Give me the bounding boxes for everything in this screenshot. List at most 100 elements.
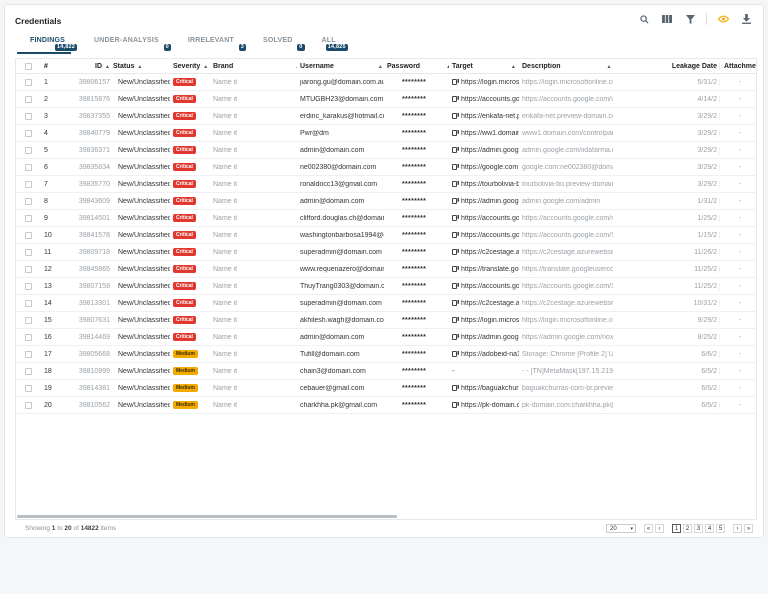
copy-icon[interactable] (452, 265, 457, 272)
table-row[interactable]: 5 39836371 New/Unclassified Critical Name it… (16, 142, 756, 159)
tab-findings[interactable]: FINDINGS 14,822 (17, 35, 78, 54)
row-checkbox-cell[interactable] (16, 129, 36, 137)
row-checkbox[interactable] (25, 214, 32, 222)
tab-under-analysis[interactable]: UNDER-ANALYSIS 0 (81, 35, 171, 54)
cell-target[interactable]: https://pk-domain.co (449, 401, 519, 409)
row-checkbox[interactable] (25, 231, 32, 239)
page-3-button[interactable]: 3 (694, 523, 703, 533)
row-checkbox-cell[interactable] (16, 401, 36, 409)
cell-target[interactable]: https://login.microso (449, 78, 519, 86)
row-checkbox-cell[interactable] (16, 350, 36, 358)
col-id[interactable]: ID ▲ (70, 63, 110, 70)
next-page-button[interactable]: › (733, 523, 742, 533)
row-checkbox[interactable] (25, 299, 32, 307)
horizontal-scrollbar[interactable] (15, 515, 757, 519)
row-checkbox[interactable] (25, 333, 32, 341)
cell-target[interactable]: https://adobeid-na1 (449, 350, 519, 358)
row-checkbox-cell[interactable] (16, 180, 36, 188)
prev-page-button[interactable]: ‹ (655, 523, 664, 533)
select-all-checkbox[interactable] (25, 62, 32, 70)
tab-solved[interactable]: SOLVED 0 (250, 35, 305, 54)
scrollbar-thumb[interactable] (17, 515, 397, 518)
cell-target[interactable]: https://admin.goog (449, 197, 519, 205)
col-severity[interactable]: Severity ▲ (170, 63, 210, 70)
col-status[interactable]: Status ▲ (110, 63, 170, 70)
table-row[interactable]: 20 39810562 New/Unclassified Medium Name it c… (16, 397, 756, 414)
row-checkbox-cell[interactable] (16, 282, 36, 290)
row-checkbox-cell[interactable] (16, 367, 36, 375)
select-all-cell[interactable] (16, 62, 36, 70)
table-row[interactable]: 13 39807158 New/Unclassified Critical Name i… (16, 278, 756, 295)
download-icon[interactable] (739, 12, 753, 26)
cell-target[interactable]: - (449, 368, 519, 375)
row-checkbox[interactable] (25, 78, 32, 86)
columns-icon[interactable] (660, 12, 674, 26)
copy-icon[interactable] (452, 282, 457, 289)
copy-icon[interactable] (452, 231, 457, 238)
copy-icon[interactable] (452, 163, 457, 170)
copy-icon[interactable] (452, 350, 457, 357)
copy-icon[interactable] (452, 333, 457, 340)
col-username[interactable]: Username ▲ (297, 63, 384, 70)
col-attachments[interactable]: Attachments (719, 62, 756, 70)
row-checkbox[interactable] (25, 163, 32, 171)
copy-icon[interactable] (452, 299, 457, 306)
row-checkbox[interactable] (25, 401, 32, 409)
copy-icon[interactable] (452, 129, 457, 136)
row-checkbox[interactable] (25, 282, 32, 290)
col-password[interactable]: Password▲ (384, 63, 449, 70)
col-target[interactable]: Target ▲ (449, 63, 519, 70)
cell-target[interactable]: https://accounts.goo (449, 95, 519, 103)
cell-target[interactable]: https://baguakchurra (449, 384, 519, 392)
row-checkbox-cell[interactable] (16, 95, 36, 103)
copy-icon[interactable] (452, 78, 457, 85)
cell-target[interactable]: https://admin.googl (449, 333, 519, 341)
eye-icon[interactable] (716, 12, 730, 26)
table-row[interactable]: 7 39835770 New/Unclassified Critical Name it… (16, 176, 756, 193)
table-row[interactable]: 17 39805668 New/Unclassified Medium Name it T… (16, 346, 756, 363)
copy-icon[interactable] (452, 95, 457, 102)
row-checkbox-cell[interactable] (16, 231, 36, 239)
table-row[interactable]: 14 39813301 New/Unclassified Critical Name i… (16, 295, 756, 312)
table-row[interactable]: 3 39837355 New/Unclassified Critical Name it… (16, 108, 756, 125)
row-checkbox[interactable] (25, 265, 32, 273)
cell-target[interactable]: https://admin.googl (449, 146, 519, 154)
copy-icon[interactable] (452, 146, 457, 153)
copy-icon[interactable] (452, 316, 457, 323)
col-leakage-date[interactable]: Leakage Date (613, 63, 719, 70)
row-checkbox-cell[interactable] (16, 299, 36, 307)
copy-icon[interactable] (452, 248, 457, 255)
tab-irrelevant[interactable]: IRRELEVANT 3 (175, 35, 247, 54)
table-row[interactable]: 9 39814501 New/Unclassified Critical Name it… (16, 210, 756, 227)
row-checkbox[interactable] (25, 248, 32, 256)
row-checkbox[interactable] (25, 180, 32, 188)
row-checkbox-cell[interactable] (16, 384, 36, 392)
row-checkbox-cell[interactable] (16, 248, 36, 256)
copy-icon[interactable] (452, 112, 457, 119)
page-size-select[interactable]: 20 ▾ (606, 523, 636, 533)
row-checkbox[interactable] (25, 384, 32, 392)
first-page-button[interactable]: « (644, 523, 653, 533)
cell-target[interactable]: https://translate.goo (449, 265, 519, 273)
cell-target[interactable]: https://c2cestage.a (449, 248, 519, 256)
row-checkbox[interactable] (25, 146, 32, 154)
copy-icon[interactable] (452, 214, 457, 221)
copy-icon[interactable] (452, 180, 457, 187)
cell-target[interactable]: https://tourbolivia-b (449, 180, 519, 188)
row-checkbox-cell[interactable] (16, 146, 36, 154)
cell-target[interactable]: https://accounts.goo (449, 231, 519, 239)
table-row[interactable]: 6 39835834 New/Unclassified Critical Name it… (16, 159, 756, 176)
row-checkbox[interactable] (25, 129, 32, 137)
row-checkbox[interactable] (25, 95, 32, 103)
table-row[interactable]: 19 39814381 New/Unclassified Medium Name it c… (16, 380, 756, 397)
table-row[interactable]: 18 39810999 New/Unclassified Medium Name it c… (16, 363, 756, 380)
cell-target[interactable]: https://c2cestage.a (449, 299, 519, 307)
table-row[interactable]: 11 39809718 New/Unclassified Critical Name i… (16, 244, 756, 261)
row-checkbox-cell[interactable] (16, 333, 36, 341)
row-checkbox[interactable] (25, 197, 32, 205)
row-checkbox-cell[interactable] (16, 78, 36, 86)
filter-icon[interactable] (683, 12, 697, 26)
col-brand[interactable]: Brand▲ (210, 63, 297, 70)
cell-target[interactable]: https://ww1.domain (449, 129, 519, 137)
row-checkbox[interactable] (25, 112, 32, 120)
